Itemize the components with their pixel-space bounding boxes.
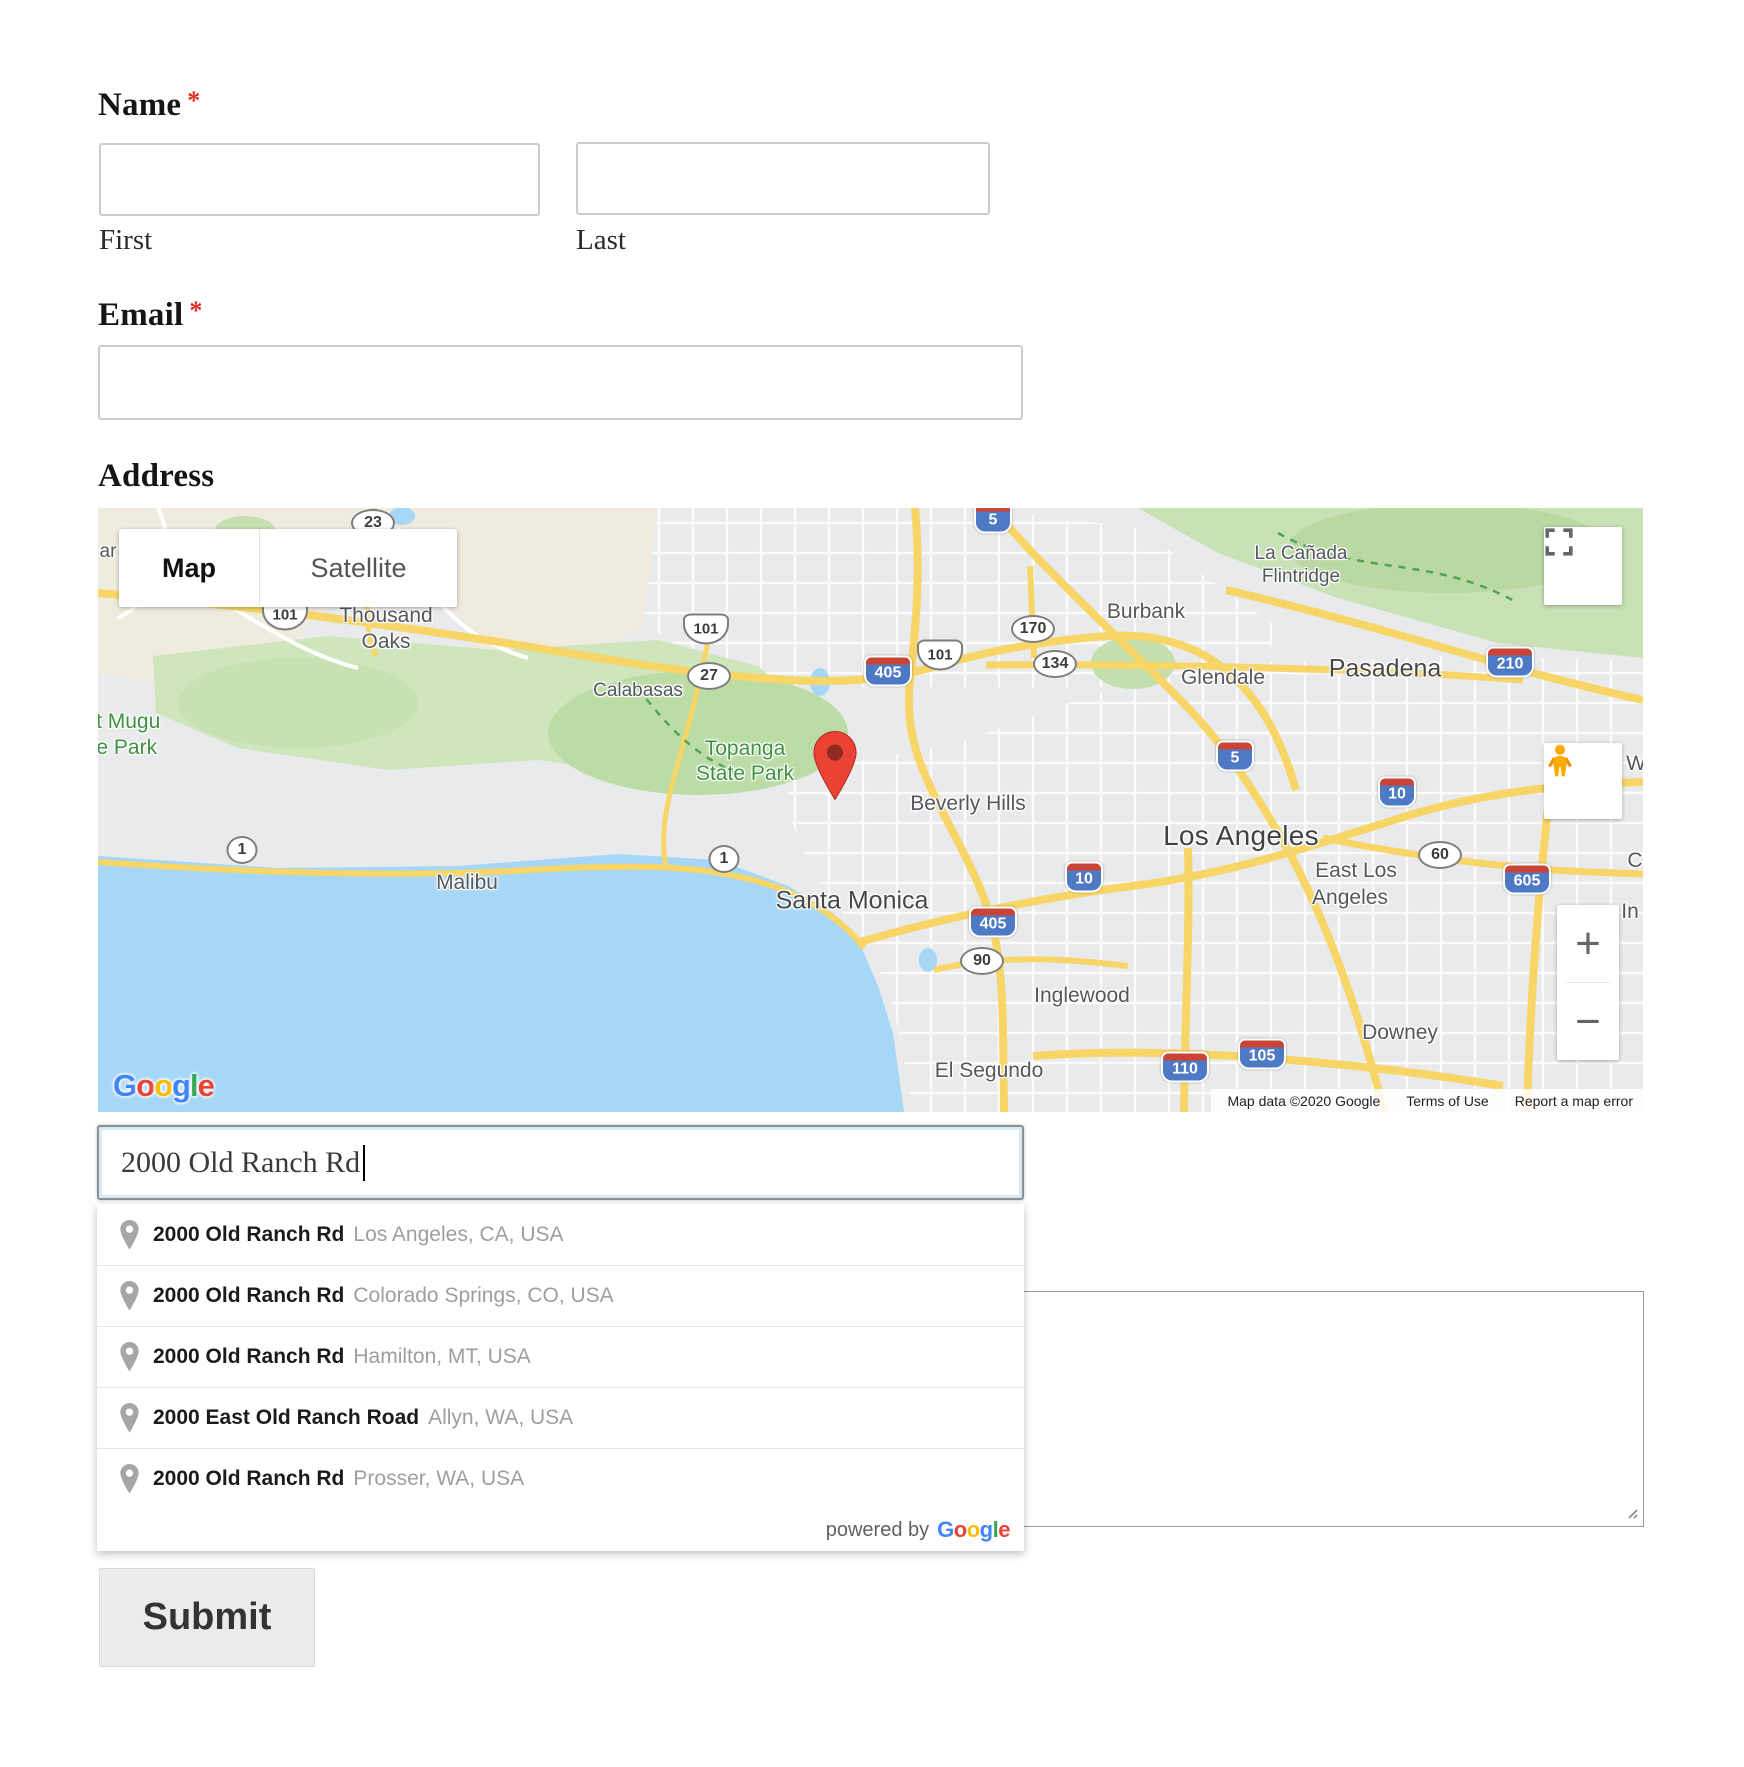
first-name-input[interactable]: [99, 143, 540, 216]
autocomplete-item-secondary: Hamilton, MT, USA: [353, 1345, 530, 1369]
autocomplete-item[interactable]: 2000 East Old Ranch Road Allyn, WA, USA: [97, 1387, 1024, 1448]
address-field-label: Address: [98, 458, 214, 495]
address-input-value: 2000 Old Ranch Rd: [121, 1146, 360, 1180]
fullscreen-button[interactable]: [1544, 527, 1622, 605]
google-logo-letter: o: [136, 1068, 154, 1103]
fullscreen-icon: [1544, 527, 1574, 557]
email-label-text: Email: [98, 297, 183, 333]
map-attribution-bar: Map data ©2020 Google Terms of Use Repor…: [1211, 1089, 1643, 1112]
autocomplete-item-secondary: Allyn, WA, USA: [428, 1406, 573, 1430]
google-logo[interactable]: Google: [113, 1068, 214, 1104]
google-map[interactable]: ar Thousand Oaks Calabasas La Cañada Fli…: [98, 508, 1643, 1112]
zoom-out-button[interactable]: −: [1557, 983, 1619, 1060]
google-logo-letter: G: [113, 1068, 136, 1103]
map-type-map-button[interactable]: Map: [119, 529, 259, 607]
report-map-error-link[interactable]: Report a map error: [1515, 1093, 1633, 1109]
autocomplete-item[interactable]: 2000 Old Ranch Rd Colorado Springs, CO, …: [97, 1265, 1024, 1326]
place-pin-icon: [119, 1464, 140, 1494]
name-label-text: Name: [98, 87, 181, 123]
address-search-input[interactable]: 2000 Old Ranch Rd: [97, 1125, 1024, 1200]
autocomplete-item-secondary: Colorado Springs, CO, USA: [353, 1284, 613, 1308]
autocomplete-item-main: 2000 Old Ranch Rd: [153, 1467, 344, 1491]
place-pin-icon: [119, 1403, 140, 1433]
autocomplete-item[interactable]: 2000 Old Ranch Rd Los Angeles, CA, USA: [97, 1204, 1024, 1265]
map-type-control: Map Satellite: [119, 529, 457, 607]
map-type-satellite-button[interactable]: Satellite: [259, 529, 457, 607]
autocomplete-item-secondary: Los Angeles, CA, USA: [353, 1223, 563, 1247]
terms-of-use-link[interactable]: Terms of Use: [1406, 1093, 1488, 1109]
google-logo-letter: g: [172, 1068, 190, 1103]
email-field-label: Email*: [98, 296, 203, 334]
autocomplete-item[interactable]: 2000 Old Ranch Rd Hamilton, MT, USA: [97, 1326, 1024, 1387]
autocomplete-item-main: 2000 Old Ranch Rd: [153, 1345, 344, 1369]
powered-by-google: powered by Google: [97, 1509, 1024, 1551]
google-letter: o: [967, 1517, 980, 1542]
pegman-button[interactable]: [1544, 743, 1622, 819]
email-required-asterisk: *: [189, 296, 202, 325]
autocomplete-item-main: 2000 East Old Ranch Road: [153, 1406, 419, 1430]
map-data-copyright: Map data ©2020 Google: [1227, 1093, 1380, 1109]
google-letter: o: [954, 1517, 967, 1542]
name-field-label: Name*: [98, 86, 200, 124]
place-pin-icon: [119, 1281, 140, 1311]
first-name-sublabel: First: [99, 224, 152, 257]
google-letter: e: [998, 1517, 1010, 1542]
google-letter: g: [980, 1517, 993, 1542]
autocomplete-item-secondary: Prosser, WA, USA: [353, 1467, 524, 1491]
submit-button[interactable]: Submit: [99, 1568, 315, 1667]
place-pin-icon: [119, 1342, 140, 1372]
text-caret: [363, 1145, 365, 1181]
email-input[interactable]: [98, 345, 1023, 420]
contact-form-page: Name* First Last Email* Address: [0, 0, 1744, 1767]
google-logo-letter: o: [154, 1068, 172, 1103]
powered-by-text: powered by: [826, 1519, 929, 1542]
autocomplete-item[interactable]: 2000 Old Ranch Rd Prosser, WA, USA: [97, 1448, 1024, 1509]
last-name-input[interactable]: [576, 142, 990, 215]
last-name-sublabel: Last: [576, 224, 626, 257]
map-marker-pin-icon: [812, 725, 858, 807]
places-autocomplete-dropdown: 2000 Old Ranch Rd Los Angeles, CA, USA 2…: [97, 1204, 1024, 1551]
zoom-control: + −: [1557, 905, 1619, 1060]
autocomplete-item-main: 2000 Old Ranch Rd: [153, 1284, 344, 1308]
google-logo-letter: e: [198, 1068, 214, 1103]
pegman-icon: [1544, 743, 1576, 787]
name-required-asterisk: *: [187, 86, 200, 115]
place-pin-icon: [119, 1220, 140, 1250]
google-letter: G: [937, 1517, 954, 1542]
google-wordmark: Google: [937, 1517, 1010, 1543]
autocomplete-item-main: 2000 Old Ranch Rd: [153, 1223, 344, 1247]
zoom-in-button[interactable]: +: [1557, 905, 1619, 982]
google-logo-letter: l: [190, 1068, 198, 1103]
